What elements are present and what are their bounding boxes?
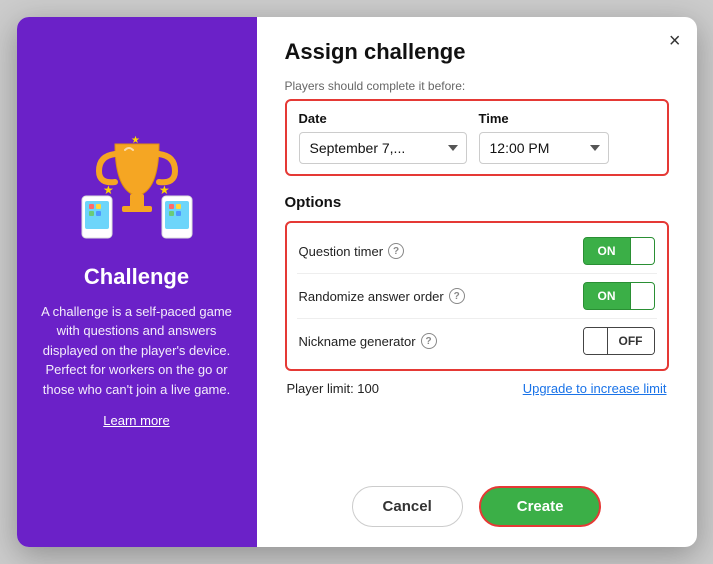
- toggle-thumb: [630, 238, 654, 264]
- nickname-help-icon[interactable]: ?: [421, 333, 437, 349]
- options-section: Options Question timer ? ON Ra: [285, 194, 669, 412]
- footer-buttons: Cancel Create: [285, 486, 669, 527]
- date-time-box: Date Time September 7,... 12:00 PM: [285, 99, 669, 176]
- options-box: Question timer ? ON Randomize answer ord…: [285, 221, 669, 371]
- create-button[interactable]: Create: [479, 486, 602, 527]
- toggle-thumb: [584, 328, 608, 354]
- randomize-label: Randomize answer order ?: [299, 288, 465, 304]
- upgrade-link[interactable]: Upgrade to increase limit: [523, 381, 667, 396]
- question-timer-label: Question timer ?: [299, 243, 405, 259]
- svg-text:★: ★: [103, 183, 114, 197]
- question-timer-help-icon[interactable]: ?: [388, 243, 404, 259]
- date-select[interactable]: September 7,...: [299, 132, 467, 164]
- toggle-on-label: ON: [584, 238, 630, 264]
- option-row-randomize: Randomize answer order ? ON: [297, 274, 657, 319]
- svg-text:★: ★: [159, 183, 170, 197]
- challenge-description: A challenge is a self-paced game with qu…: [37, 302, 237, 400]
- challenge-title: Challenge: [84, 264, 189, 290]
- svg-text:★: ★: [131, 136, 140, 146]
- time-select[interactable]: 12:00 PM: [479, 132, 609, 164]
- cancel-button[interactable]: Cancel: [352, 486, 463, 527]
- player-limit-label: Player limit: 100: [287, 381, 379, 396]
- options-title: Options: [285, 194, 669, 211]
- trophy-illustration: ★ ★ ★: [77, 136, 197, 246]
- option-row-nickname: Nickname generator ? OFF: [297, 319, 657, 363]
- player-limit-row: Player limit: 100 Upgrade to increase li…: [285, 381, 669, 396]
- nickname-toggle[interactable]: OFF: [583, 327, 655, 355]
- close-button[interactable]: ×: [669, 31, 681, 51]
- randomize-help-icon[interactable]: ?: [449, 288, 465, 304]
- learn-more-link[interactable]: Learn more: [103, 413, 169, 428]
- time-column-header: Time: [479, 111, 509, 126]
- nickname-label: Nickname generator ?: [299, 333, 437, 349]
- date-column-header: Date: [299, 111, 479, 126]
- randomize-toggle[interactable]: ON: [583, 282, 655, 310]
- dialog-title: Assign challenge: [285, 39, 669, 65]
- option-row-question-timer: Question timer ? ON: [297, 229, 657, 274]
- right-panel: × Assign challenge Players should comple…: [257, 17, 697, 547]
- left-panel: ★ ★ ★ Challenge A challenge is a self-pa…: [17, 17, 257, 547]
- toggle-on-label: ON: [584, 283, 630, 309]
- deadline-label: Players should complete it before:: [285, 79, 669, 93]
- toggle-thumb: [630, 283, 654, 309]
- question-timer-toggle[interactable]: ON: [583, 237, 655, 265]
- toggle-off-label: OFF: [608, 328, 654, 354]
